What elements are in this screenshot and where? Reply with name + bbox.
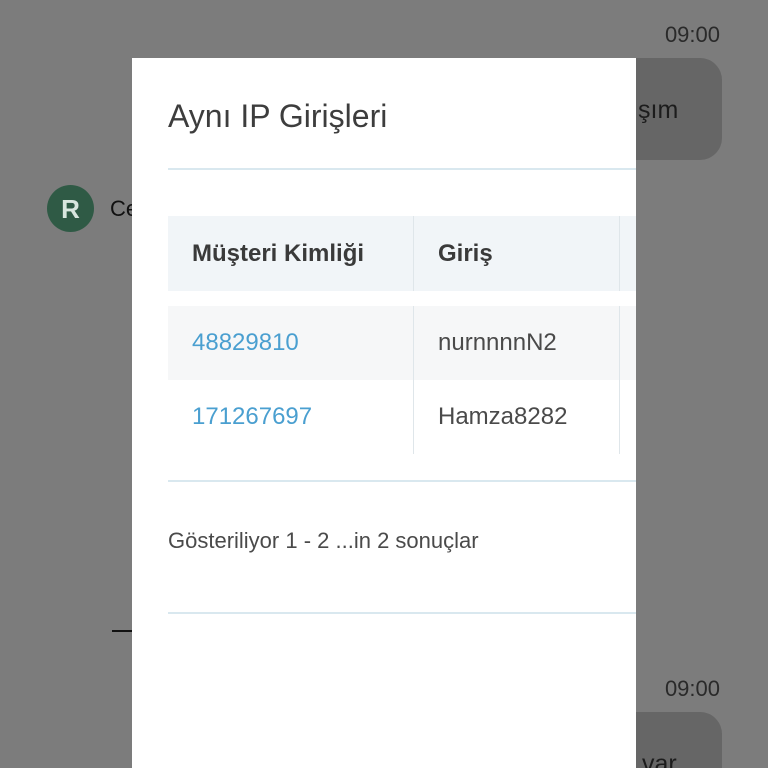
extra-cell	[620, 306, 636, 380]
message-text: var	[642, 750, 677, 768]
login-cell: Hamza8282	[414, 380, 620, 454]
customer-id-link[interactable]: 48829810	[168, 306, 414, 380]
message-timestamp: 09:00	[664, 676, 720, 701]
pagination-summary: Gösteriliyor 1 - 2 ...in 2 sonuçlar	[168, 528, 479, 553]
avatar: R	[47, 185, 94, 232]
logins-table: Müşteri Kimliği Giriş 48829810 nurnnnnN2…	[168, 216, 636, 454]
same-ip-logins-dialog: Aynı IP Girişleri Müşteri Kimliği Giriş …	[132, 58, 636, 768]
divider-dash	[112, 630, 132, 632]
login-cell: nurnnnnN2	[414, 306, 620, 380]
dialog-title: Aynı IP Girişleri	[168, 98, 388, 134]
column-header-login[interactable]: Giriş	[414, 216, 620, 291]
extra-cell	[620, 380, 636, 454]
table-row: 48829810 nurnnnnN2	[168, 306, 636, 380]
divider	[168, 480, 636, 482]
divider	[168, 168, 636, 170]
customer-id-link[interactable]: 171267697	[168, 380, 414, 454]
table-row: 171267697 Hamza8282	[168, 380, 636, 454]
divider	[168, 612, 636, 614]
column-header-customer-id[interactable]: Müşteri Kimliği	[168, 216, 414, 291]
avatar-letter: R	[61, 193, 80, 224]
column-header-extra	[620, 216, 636, 291]
message-timestamp: 09:00	[664, 22, 720, 47]
message-text: şım	[638, 96, 679, 124]
table-header: Müşteri Kimliği Giriş	[168, 216, 636, 291]
